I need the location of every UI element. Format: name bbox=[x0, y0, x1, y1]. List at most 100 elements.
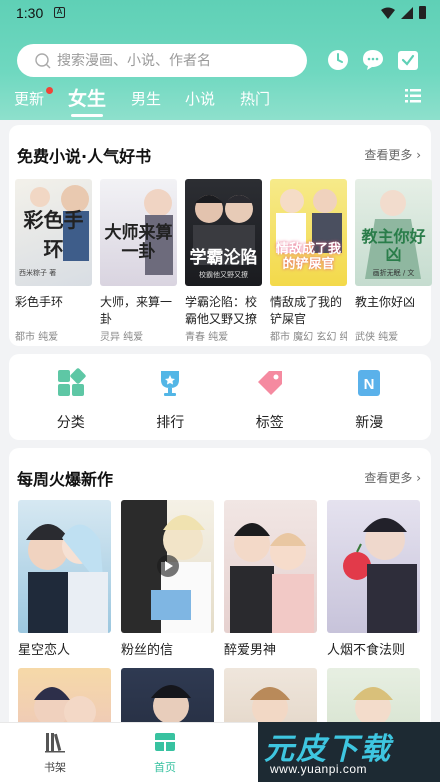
comic-cover-art bbox=[121, 500, 211, 633]
menu-list-icon[interactable] bbox=[405, 89, 421, 103]
message-icon[interactable] bbox=[362, 49, 384, 71]
tab-novel[interactable]: 小说 bbox=[185, 88, 215, 109]
comic-cover[interactable] bbox=[18, 500, 111, 633]
book-tags: 武侠 纯爱 bbox=[355, 332, 399, 343]
book-cover[interactable]: 彩色手环 西米粽子 著 bbox=[15, 179, 92, 286]
category-shortcuts: 分类 排行 标签 N 新漫 bbox=[9, 354, 431, 440]
category-classify[interactable]: 分类 bbox=[36, 368, 106, 432]
active-tab-underline bbox=[71, 114, 104, 117]
category-label: 排行 bbox=[156, 415, 185, 431]
tag-icon bbox=[257, 371, 282, 395]
see-more-link[interactable]: 查看更多 › bbox=[364, 146, 421, 163]
tab-hot[interactable]: 热门 bbox=[240, 88, 270, 109]
comic-cover[interactable] bbox=[327, 500, 420, 633]
book-cover[interactable]: 学霸沦陷 校霸他又野又撩 bbox=[185, 179, 262, 286]
nav-label: 首页 bbox=[154, 761, 176, 774]
comic-item[interactable]: 醉爱男神 bbox=[224, 500, 317, 658]
tab-hot-label: 热门 bbox=[240, 90, 271, 108]
see-more-label: 查看更多 bbox=[364, 148, 413, 162]
signal-icon bbox=[401, 6, 413, 19]
category-new[interactable]: N 新漫 bbox=[334, 368, 404, 432]
tab-novel-label: 小说 bbox=[185, 90, 216, 108]
book-cover-author: 西米粽子 著 bbox=[19, 269, 57, 277]
book-cover[interactable]: 教主你好凶 画折无眠 / 文 bbox=[355, 179, 432, 286]
weekly-hits-section: 每周火爆新作 查看更多 › 星空恋人 粉丝的信 醉爱男神 人烟不食法则 bbox=[9, 448, 431, 738]
book-title: 学霸沦陷：校霸他又野又撩 bbox=[185, 295, 258, 326]
new-icon: N bbox=[358, 370, 381, 396]
status-icons bbox=[381, 6, 426, 19]
comic-cover[interactable] bbox=[121, 500, 214, 633]
book-cover-title: 彩色手环 bbox=[23, 208, 84, 261]
trophy-icon bbox=[161, 371, 180, 396]
category-ranking[interactable]: 排行 bbox=[135, 368, 205, 432]
book-cover-title: 大师来算一卦 bbox=[104, 223, 173, 262]
book-item[interactable]: 大师来算一卦 大师，来算一卦 灵异 纯爱 bbox=[100, 179, 177, 343]
comic-cover-art bbox=[230, 523, 314, 633]
status-bar: 1:30 A bbox=[0, 0, 440, 26]
search-input[interactable] bbox=[57, 52, 287, 69]
header-actions bbox=[327, 49, 419, 71]
nav-label: 书架 bbox=[44, 761, 66, 774]
checkin-icon[interactable] bbox=[397, 49, 419, 71]
book-tags: 都市 纯爱 bbox=[15, 332, 59, 343]
book-title: 情敌成了我的铲屎官 bbox=[270, 295, 343, 326]
see-more-link[interactable]: 查看更多 › bbox=[364, 469, 421, 486]
tab-male-label: 男生 bbox=[131, 90, 162, 108]
category-tags[interactable]: 标签 bbox=[235, 368, 305, 432]
watermark-logo: 元皮下载 www.yuanpi.com bbox=[258, 722, 440, 782]
tab-female[interactable]: 女生 bbox=[68, 84, 107, 117]
wifi-icon bbox=[381, 7, 395, 19]
comic-cover[interactable] bbox=[224, 500, 317, 633]
tab-update-label: 更新 bbox=[14, 90, 45, 108]
book-cover-author: 画折无眠 / 文 bbox=[372, 269, 415, 277]
category-label: 标签 bbox=[255, 415, 284, 431]
book-title: 教主你好凶 bbox=[355, 295, 416, 309]
comic-title: 星空恋人 bbox=[18, 643, 71, 658]
free-novels-section: 免费小说·人气好书 查看更多 › 彩色手环 西米粽子 著 彩色手环 都市 纯爱 … bbox=[9, 125, 432, 346]
comic-item[interactable]: 粉丝的信 bbox=[121, 500, 214, 658]
book-item[interactable]: 情敌成了我的铲屎官 情敌成了我的铲屎官 都市 魔幻 玄幻 纯 bbox=[270, 179, 347, 343]
comic-item[interactable]: 人烟不食法则 bbox=[327, 500, 420, 658]
new-dot-badge bbox=[46, 87, 54, 94]
svg-text:N: N bbox=[364, 376, 375, 393]
comic-cover-art bbox=[343, 518, 417, 633]
book-item[interactable]: 教主你好凶 画折无眠 / 文 教主你好凶 武侠 纯爱 bbox=[355, 179, 432, 343]
tab-male[interactable]: 男生 bbox=[131, 88, 161, 109]
book-tags: 都市 魔幻 玄幻 纯 bbox=[270, 332, 347, 343]
see-more-label: 查看更多 bbox=[364, 471, 413, 485]
book-title: 大师，来算一卦 bbox=[100, 295, 173, 326]
category-label: 分类 bbox=[56, 415, 85, 431]
book-cover-title: 学霸沦陷 bbox=[189, 248, 258, 268]
history-clock-icon[interactable] bbox=[327, 49, 349, 71]
nav-home[interactable]: 首页 bbox=[135, 731, 195, 775]
book-cover-subtitle: 校霸他又野又撩 bbox=[199, 271, 248, 279]
book-cover-title: 教主你好凶 bbox=[361, 227, 426, 264]
status-time: 1:30 bbox=[16, 5, 44, 21]
book-cover-title: 情敌成了我的铲屎官 bbox=[275, 242, 341, 272]
book-tags: 青春 纯爱 bbox=[185, 332, 229, 343]
section-title: 每周火爆新作 bbox=[17, 470, 114, 489]
comic-item[interactable]: 星空恋人 bbox=[18, 500, 111, 658]
book-item[interactable]: 彩色手环 西米粽子 著 彩色手环 都市 纯爱 bbox=[15, 179, 92, 343]
nav-bookshelf[interactable]: 书架 bbox=[25, 731, 85, 775]
search-icon bbox=[35, 52, 51, 68]
bookshelf-icon bbox=[45, 733, 65, 753]
category-tabs: 更新 女生 男生 小说 热门 bbox=[0, 84, 440, 117]
comic-title: 人烟不食法则 bbox=[327, 643, 406, 658]
home-icon bbox=[155, 733, 175, 751]
grid-icon bbox=[57, 368, 86, 396]
tab-female-label: 女生 bbox=[68, 88, 107, 110]
book-tags: 灵异 纯爱 bbox=[100, 332, 144, 343]
tab-update[interactable]: 更新 bbox=[14, 87, 54, 109]
section-title: 免费小说·人气好书 bbox=[17, 147, 152, 166]
book-item[interactable]: 学霸沦陷 校霸他又野又撩 学霸沦陷：校霸他又野又撩 青春 纯爱 bbox=[185, 179, 262, 343]
search-bar[interactable] bbox=[17, 44, 307, 77]
book-cover[interactable]: 大师来算一卦 bbox=[100, 179, 177, 286]
comic-list: 星空恋人 粉丝的信 醉爱男神 人烟不食法则 bbox=[18, 500, 428, 738]
battery-icon bbox=[419, 6, 426, 19]
category-label: 新漫 bbox=[355, 415, 384, 431]
notification-a-icon: A bbox=[54, 7, 65, 18]
book-cover[interactable]: 情敌成了我的铲屎官 bbox=[270, 179, 347, 286]
watermark-url: www.yuanpi.com bbox=[270, 762, 368, 776]
book-title: 彩色手环 bbox=[15, 295, 64, 309]
